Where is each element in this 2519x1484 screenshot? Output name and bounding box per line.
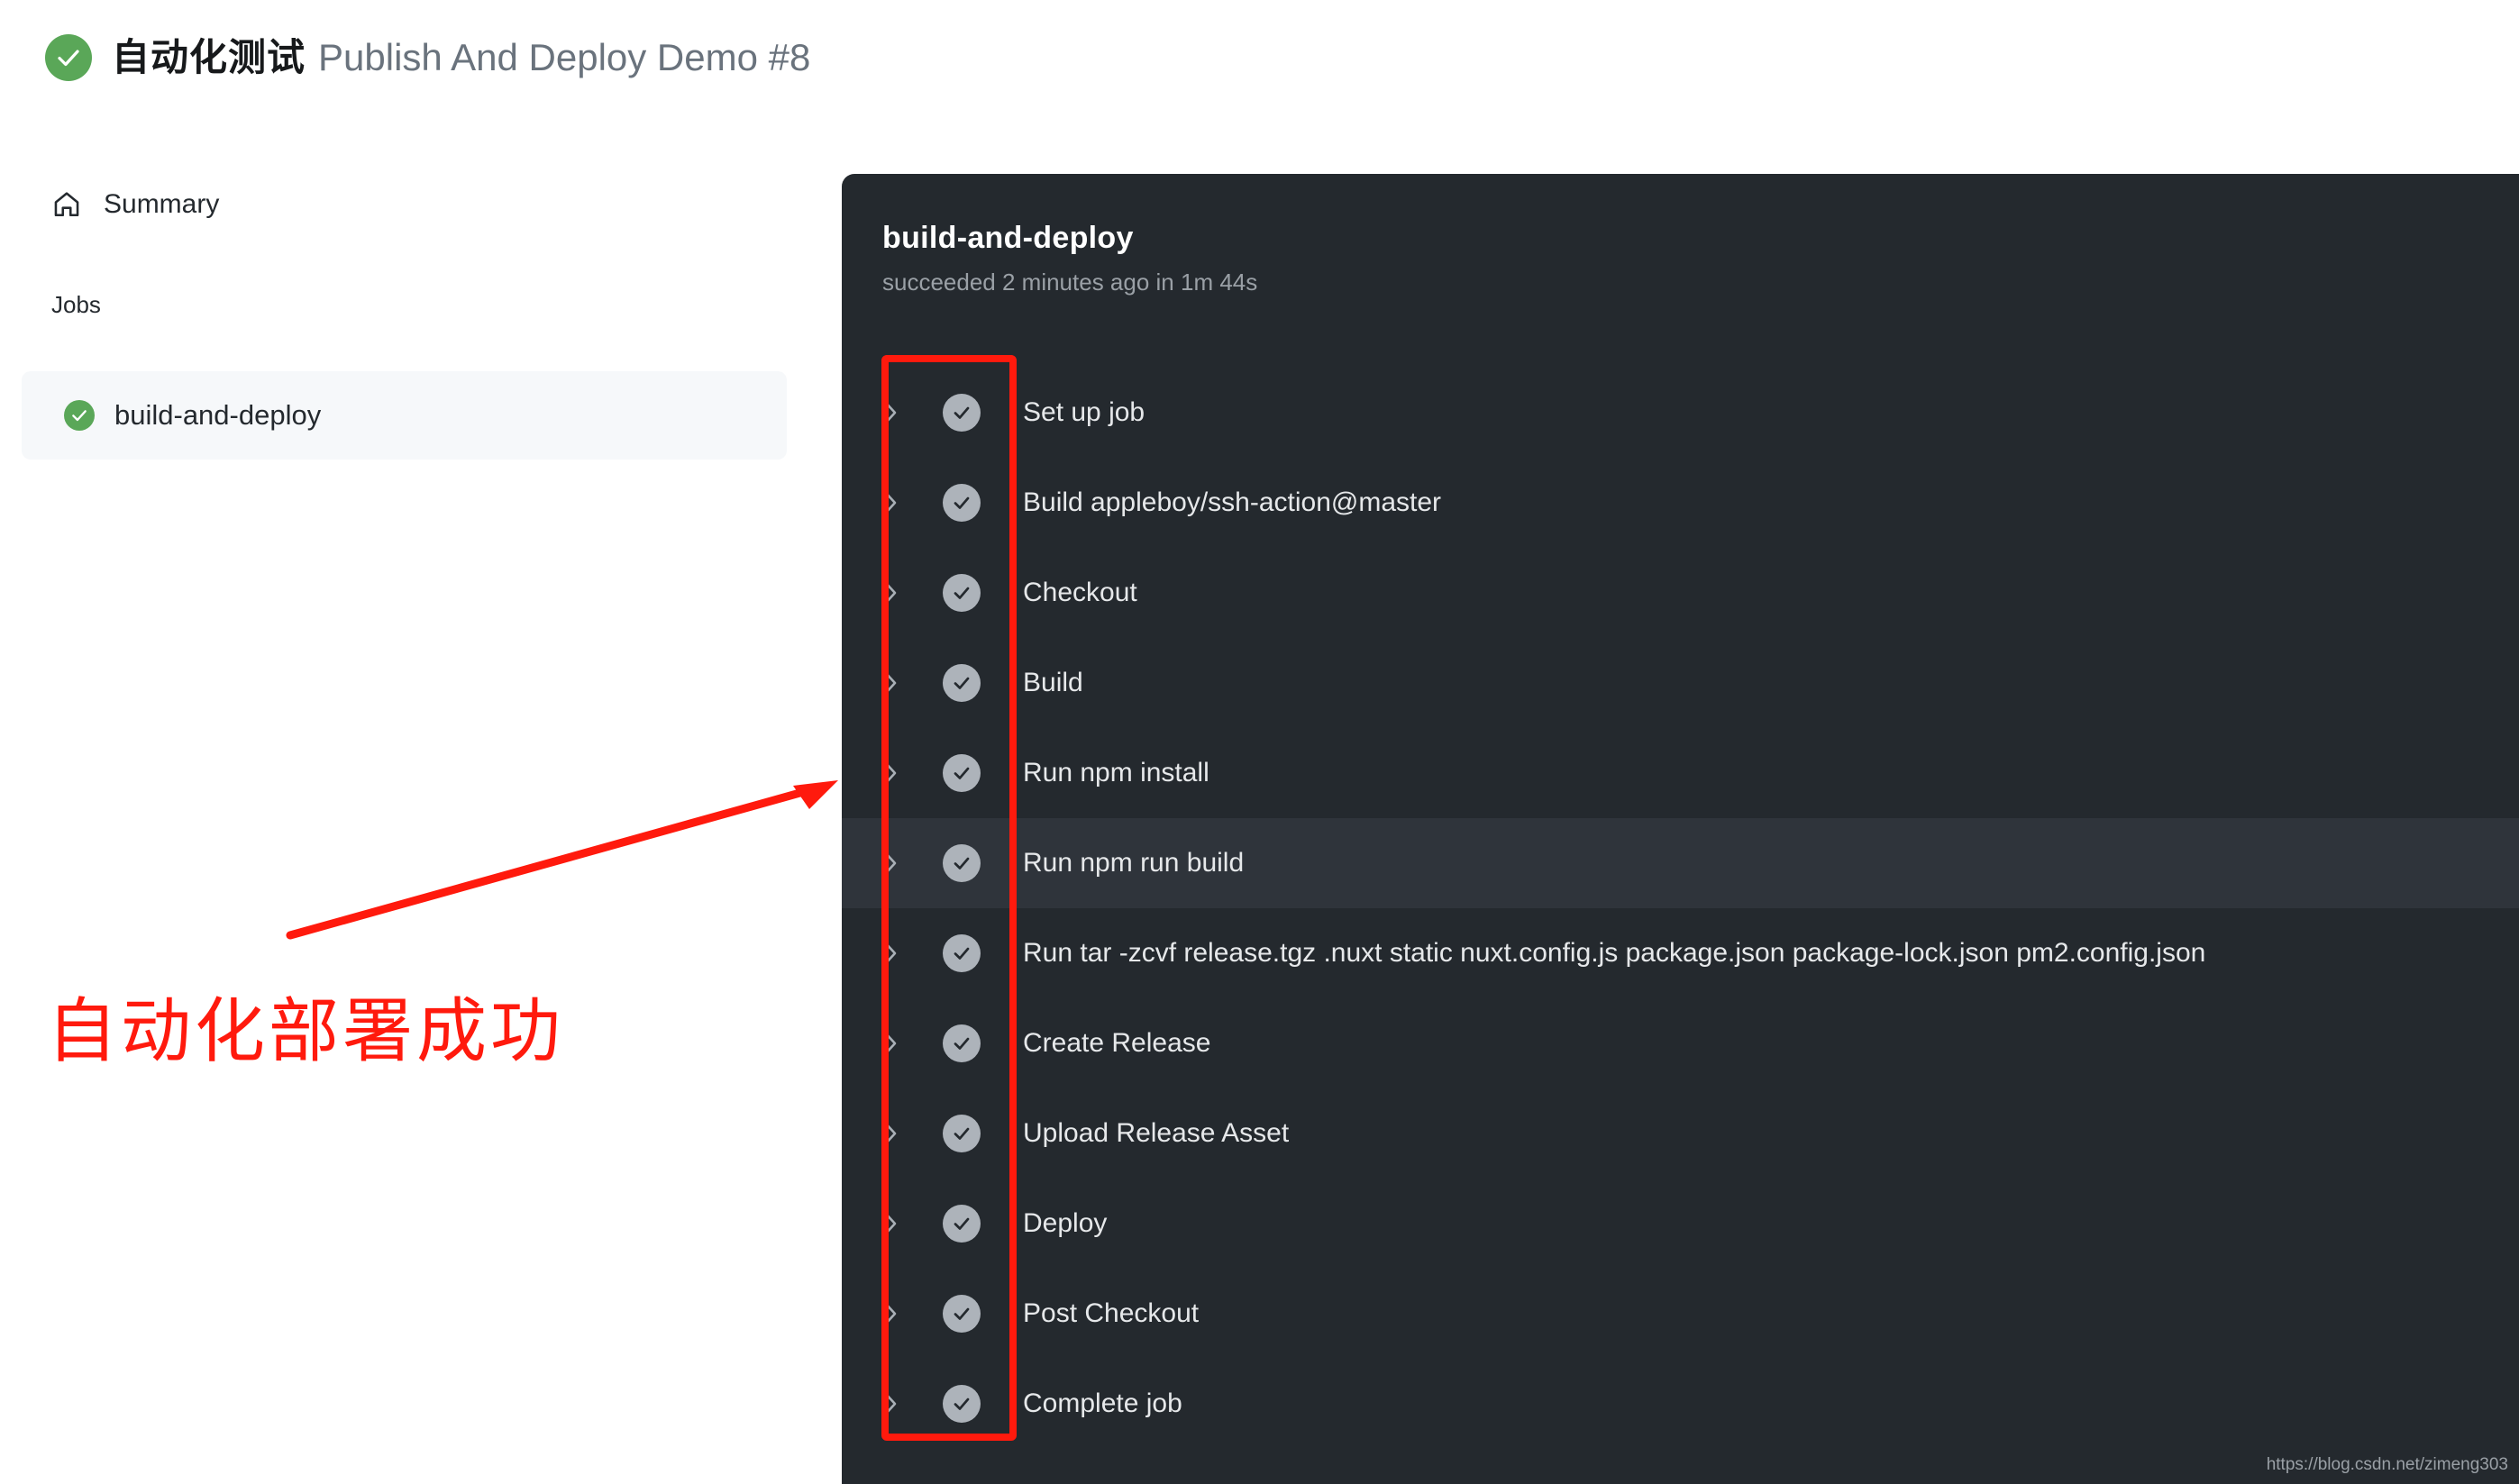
step-expand-toggle[interactable] [842, 668, 936, 698]
annotation-text: 自动化部署成功 [47, 991, 565, 1072]
step-row[interactable]: Upload Release Asset [842, 1088, 2519, 1179]
page-title-en: Publish And Deploy Demo #8 [318, 35, 811, 78]
step-row[interactable]: Build [842, 638, 2519, 728]
step-label: Run tar -zcvf release.tgz .nuxt static n… [1023, 938, 2206, 968]
step-status [936, 664, 987, 702]
step-expand-toggle[interactable] [842, 578, 936, 608]
step-expand-toggle[interactable] [842, 1118, 936, 1149]
step-row[interactable]: Complete job [842, 1359, 2519, 1449]
step-label: Checkout [1023, 578, 1137, 607]
step-expand-toggle[interactable] [842, 1388, 936, 1419]
check-circle-gray-icon [943, 844, 981, 882]
step-expand-toggle[interactable] [842, 397, 936, 428]
step-label: Complete job [1023, 1388, 1182, 1418]
check-circle-gray-icon [943, 484, 981, 522]
job-log-title: build-and-deploy [882, 221, 1134, 255]
step-row[interactable]: Run tar -zcvf release.tgz .nuxt static n… [842, 908, 2519, 998]
chevron-right-icon [883, 941, 896, 966]
sidebar-item-build-and-deploy-label: build-and-deploy [114, 399, 322, 431]
job-log-header: build-and-deploy succeeded 2 minutes ago… [842, 174, 2519, 296]
step-row[interactable]: Set up job [842, 368, 2519, 458]
step-label: Create Release [1023, 1028, 1211, 1058]
step-label: Deploy [1023, 1208, 1108, 1238]
step-row[interactable]: Run npm run build [842, 818, 2519, 908]
check-circle-gray-icon [943, 754, 981, 792]
step-list: Set up job Build appleboy/ssh-action@mast… [842, 368, 2519, 1449]
home-icon [54, 192, 79, 217]
step-expand-toggle[interactable] [842, 1208, 936, 1239]
step-status [936, 394, 987, 432]
sidebar-item-build-and-deploy[interactable]: build-and-deploy [22, 371, 787, 460]
check-circle-gray-icon [943, 1385, 981, 1423]
step-row[interactable]: Build appleboy/ssh-action@master [842, 458, 2519, 548]
check-circle-green-icon [64, 400, 95, 431]
step-label: Run npm install [1023, 758, 1209, 788]
step-status [936, 484, 987, 522]
step-expand-toggle[interactable] [842, 1028, 936, 1059]
check-circle-gray-icon [943, 664, 981, 702]
step-status [936, 574, 987, 612]
chevron-right-icon [883, 760, 896, 786]
chevron-right-icon [883, 400, 896, 425]
red-arrow-icon [286, 780, 838, 940]
step-label: Run npm run build [1023, 848, 1245, 878]
step-expand-toggle[interactable] [842, 938, 936, 969]
step-expand-toggle[interactable] [842, 758, 936, 788]
step-label: Build [1023, 668, 1083, 697]
job-log-status: succeeded 2 minutes ago in 1m 44s [882, 269, 1258, 296]
chevron-right-icon [883, 1391, 896, 1416]
step-expand-toggle[interactable] [842, 487, 936, 518]
chevron-right-icon [883, 1301, 896, 1326]
step-status [936, 1295, 987, 1333]
step-label: Post Checkout [1023, 1298, 1200, 1328]
check-circle-green-icon [45, 34, 92, 81]
sidebar-item-summary-label: Summary [104, 189, 220, 219]
step-status [936, 1385, 987, 1423]
page-title-cn: 自动化测试 [112, 35, 306, 78]
step-row[interactable]: Run npm install [842, 728, 2519, 818]
chevron-right-icon [883, 670, 896, 696]
chevron-right-icon [883, 1211, 896, 1236]
watermark: https://blog.csdn.net/zimeng303 [2266, 1455, 2508, 1474]
step-expand-toggle[interactable] [842, 1298, 936, 1329]
step-label: Set up job [1023, 397, 1145, 427]
step-label: Build appleboy/ssh-action@master [1023, 487, 1442, 517]
step-status [936, 1205, 987, 1243]
step-row[interactable]: Checkout [842, 548, 2519, 638]
check-circle-gray-icon [943, 1024, 981, 1062]
step-status [936, 934, 987, 972]
check-circle-gray-icon [943, 1295, 981, 1333]
page-header: 自动化测试 Publish And Deploy Demo #8 [45, 34, 810, 81]
step-row[interactable]: Post Checkout [842, 1269, 2519, 1359]
check-circle-gray-icon [943, 934, 981, 972]
step-status [936, 1115, 987, 1152]
step-label: Upload Release Asset [1023, 1118, 1290, 1148]
chevron-right-icon [883, 1121, 896, 1146]
chevron-right-icon [883, 580, 896, 605]
page-title: 自动化测试 Publish And Deploy Demo #8 [112, 35, 811, 78]
chevron-right-icon [883, 490, 896, 515]
step-expand-toggle[interactable] [842, 848, 936, 879]
check-circle-gray-icon [943, 394, 981, 432]
step-status [936, 844, 987, 882]
step-row[interactable]: Create Release [842, 998, 2519, 1088]
chevron-right-icon [883, 1031, 896, 1056]
sidebar-jobs-heading: Jobs [51, 291, 101, 318]
check-circle-gray-icon [943, 1115, 981, 1152]
sidebar-item-summary[interactable]: Summary [51, 185, 219, 224]
step-row[interactable]: Deploy [842, 1179, 2519, 1269]
check-circle-gray-icon [943, 574, 981, 612]
step-status [936, 754, 987, 792]
job-log-panel: build-and-deploy succeeded 2 minutes ago… [842, 174, 2519, 1484]
step-status [936, 1024, 987, 1062]
check-circle-gray-icon [943, 1205, 981, 1243]
chevron-right-icon [883, 851, 896, 876]
